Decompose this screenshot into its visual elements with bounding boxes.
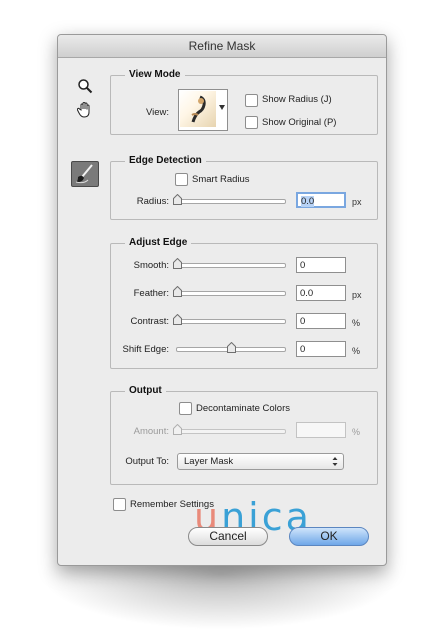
hand-tool-icon[interactable] [74,99,96,121]
output-to-value: Layer Mask [184,456,234,467]
feather-slider[interactable] [173,285,286,297]
smooth-slider-thumb[interactable] [173,257,182,269]
feather-input[interactable]: 0.0 [296,285,346,301]
edge-detection-group: Edge Detection [110,155,378,220]
feather-slider-thumb[interactable] [173,285,182,297]
show-radius-label: Show Radius (J) [262,94,332,105]
radius-slider-thumb[interactable] [173,193,182,205]
feather-label: Feather: [133,288,169,299]
smooth-input[interactable]: 0 [296,257,346,273]
amount-label: Amount: [133,426,169,437]
remember-settings-checkbox[interactable] [113,498,126,511]
show-radius-checkbox[interactable] [245,94,258,107]
radius-value: 0.0 [301,196,315,207]
preview-thumbnail [180,91,216,127]
contrast-slider-thumb[interactable] [173,313,182,325]
ok-button[interactable]: OK [289,527,369,546]
decontaminate-colors-checkbox[interactable] [179,402,192,415]
chevron-down-icon [218,102,226,112]
adjust-edge-title: Adjust Edge [125,237,192,248]
view-mode-title: View Mode [125,69,185,80]
shiftedge-input[interactable]: 0 [296,341,346,357]
contrast-input[interactable]: 0 [296,313,346,329]
output-title: Output [125,385,166,396]
smooth-slider[interactable] [173,257,286,269]
refine-mask-dialog: Refine Mask View Mode View: Show Radius … [57,34,387,566]
shiftedge-label: Shift Edge: [122,344,169,355]
view-mode-preview[interactable] [178,89,228,131]
decontaminate-colors-label: Decontaminate Colors [196,403,290,414]
edge-detection-title: Edge Detection [125,155,206,166]
contrast-slider[interactable] [173,313,286,325]
show-original-label: Show Original (P) [262,117,337,128]
view-mode-group: View Mode [110,69,378,135]
amount-unit: % [352,427,361,437]
output-to-label: Output To: [125,456,169,467]
output-to-select[interactable]: Layer Mask [177,453,344,470]
shiftedge-unit: % [352,346,361,356]
dialog-shadow [40,560,402,630]
radius-input[interactable]: 0.0 [296,192,346,208]
shiftedge-slider[interactable] [176,341,286,353]
amount-slider-thumb [173,423,182,435]
shiftedge-slider-thumb[interactable] [227,341,236,353]
contrast-unit: % [352,318,361,328]
zoom-tool-icon[interactable] [74,75,96,97]
dialog-title: Refine Mask [58,35,386,58]
view-label: View: [146,107,170,118]
cancel-button[interactable]: Cancel [188,527,268,546]
refine-radius-brush-icon[interactable] [71,161,99,187]
show-original-checkbox[interactable] [245,116,258,129]
contrast-label: Contrast: [130,316,169,327]
radius-label: Radius: [136,196,169,207]
radius-unit: px [352,197,362,207]
amount-slider [173,423,286,435]
smart-radius-label: Smart Radius [192,174,250,185]
amount-input [296,422,346,438]
select-arrows-icon [332,456,338,472]
radius-slider[interactable] [173,193,286,205]
smooth-label: Smooth: [133,260,169,271]
feather-unit: px [352,290,362,300]
smart-radius-checkbox[interactable] [175,173,188,186]
